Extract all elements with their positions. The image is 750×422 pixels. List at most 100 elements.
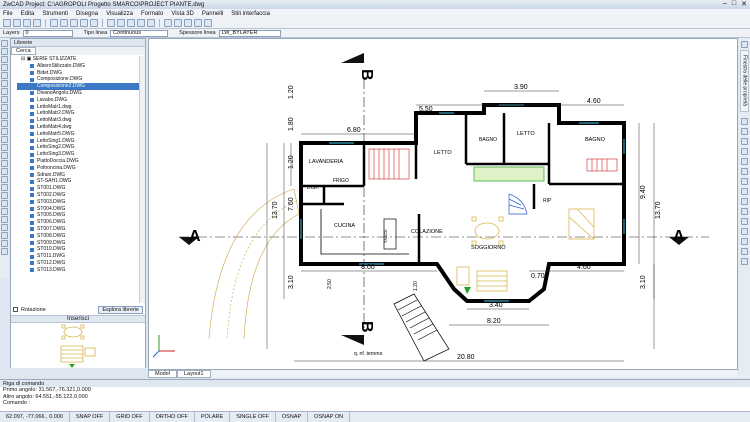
break-tool-icon[interactable] <box>1 224 8 231</box>
linetype-dropdown[interactable]: Continuous <box>110 29 169 37</box>
close-button[interactable]: ✕ <box>741 0 747 8</box>
osnap-midpoint-icon[interactable] <box>741 238 748 245</box>
library-item[interactable]: ST005.DWG <box>17 212 141 219</box>
osnap-intersection-icon[interactable] <box>741 258 748 265</box>
leader-icon[interactable] <box>741 178 748 185</box>
scale-tool-icon[interactable] <box>1 192 8 199</box>
library-item[interactable]: Poltroncina.DWG <box>17 165 141 172</box>
spline-tool-icon[interactable] <box>1 80 8 87</box>
maximize-button[interactable]: □ <box>732 0 736 8</box>
dimension-angular-icon[interactable] <box>741 148 748 155</box>
zoom-realtime-icon[interactable] <box>117 19 125 27</box>
library-item[interactable]: ST012.DWG <box>17 260 141 267</box>
insert-bar[interactable]: Inserisci <box>11 315 145 323</box>
library-item[interactable]: Sdraio.DWG <box>17 172 141 179</box>
library-item[interactable]: Lavabo.DWG <box>17 97 141 104</box>
command-input[interactable]: Comando : <box>0 400 750 407</box>
dimension-edit-icon[interactable] <box>741 208 748 215</box>
print-icon[interactable] <box>33 19 41 27</box>
library-item[interactable]: Composizione2.DWG <box>17 83 141 90</box>
pan-icon[interactable] <box>107 19 115 27</box>
library-item[interactable]: ST011.DWG <box>17 253 141 260</box>
move-tool-icon[interactable] <box>1 176 8 183</box>
grid-toggle[interactable]: GRID OFF <box>110 412 150 422</box>
copy-tool-icon[interactable] <box>1 144 8 151</box>
library-item[interactable]: AlberoStilizzato.DWG <box>17 63 141 70</box>
layers-dropdown[interactable]: 0 <box>22 29 73 37</box>
redo-icon[interactable] <box>90 19 98 27</box>
library-item[interactable]: ST-SAH1.DWG <box>17 178 141 185</box>
offset-tool-icon[interactable] <box>1 160 8 167</box>
library-item[interactable]: LettoMatr2.DWG <box>17 110 141 117</box>
stretch-tool-icon[interactable] <box>1 200 8 207</box>
dimension-baseline-icon[interactable] <box>741 158 748 165</box>
extend-tool-icon[interactable] <box>1 216 8 223</box>
tree-scrollbar[interactable] <box>139 56 145 303</box>
properties-side-tab[interactable]: Finestra delle proprietà <box>740 50 749 112</box>
tolerance-icon[interactable] <box>741 188 748 195</box>
mirror-tool-icon[interactable] <box>1 152 8 159</box>
circle-tool-icon[interactable] <box>1 72 8 79</box>
ellipse-tool-icon[interactable] <box>1 88 8 95</box>
copy-icon[interactable] <box>60 19 68 27</box>
rectangle-tool-icon[interactable] <box>1 56 8 63</box>
arc-tool-icon[interactable] <box>1 64 8 71</box>
cut-icon[interactable] <box>50 19 58 27</box>
menu-format[interactable]: Formato <box>141 11 163 17</box>
line-tool-icon[interactable] <box>1 40 8 47</box>
zoom-extents-icon[interactable] <box>147 19 155 27</box>
explode-tool-icon[interactable] <box>1 248 8 255</box>
library-item[interactable]: ST002.DWG <box>17 192 141 199</box>
fillet-tool-icon[interactable] <box>1 240 8 247</box>
dimension-continue-icon[interactable] <box>741 168 748 175</box>
library-item[interactable]: LettoSing1.DWG <box>17 138 141 145</box>
menu-tools[interactable]: Strumenti <box>42 11 68 17</box>
menu-draw[interactable]: Disegna <box>76 11 98 17</box>
rotation-checkbox[interactable] <box>13 307 18 312</box>
save-icon[interactable] <box>23 19 31 27</box>
library-item[interactable]: ST007.DWG <box>17 226 141 233</box>
library-item[interactable]: LettoMatr4.dwg <box>17 124 141 131</box>
center-mark-icon[interactable] <box>741 198 748 205</box>
dimension-linear-icon[interactable] <box>741 118 748 125</box>
library-item[interactable]: ST013.DWG <box>17 267 141 274</box>
library-item[interactable]: DivanoAngolo.DWG <box>17 90 141 97</box>
lineweight-dropdown[interactable]: LW_BYLAYER <box>218 29 281 37</box>
dimension-aligned-icon[interactable] <box>741 128 748 135</box>
library-item[interactable]: LettoMatr1.dwg <box>17 104 141 111</box>
properties-icon[interactable] <box>164 19 172 27</box>
library-item[interactable]: Composizione.DWG <box>17 76 141 83</box>
new-file-icon[interactable] <box>3 19 11 27</box>
menu-view[interactable]: Visualizza <box>106 11 133 17</box>
menu-3d-view[interactable]: Vista 3D <box>171 11 194 17</box>
tab-layout1[interactable]: Layout1 <box>176 370 211 378</box>
library-item[interactable]: ST004.DWG <box>17 206 141 213</box>
tab-search[interactable]: Cerca <box>11 47 36 55</box>
array-tool-icon[interactable] <box>1 168 8 175</box>
match-properties-icon[interactable] <box>194 19 202 27</box>
ortho-toggle[interactable]: ORTHO OFF <box>150 412 195 422</box>
region-tool-icon[interactable] <box>1 120 8 127</box>
snap-settings-icon[interactable] <box>741 41 748 48</box>
tree-root-folder[interactable]: ⊟ ▣ SERIE STILIZZATE <box>17 56 141 63</box>
paste-icon[interactable] <box>70 19 78 27</box>
chamfer-tool-icon[interactable] <box>1 232 8 239</box>
library-item[interactable]: LettoSing3.DWG <box>17 151 141 158</box>
library-item[interactable]: LettoSing2.DWG <box>17 144 141 151</box>
osnap-endpoint-icon[interactable] <box>741 228 748 235</box>
library-item[interactable]: ST006.DWG <box>17 219 141 226</box>
dimension-style-icon[interactable] <box>741 218 748 225</box>
library-item[interactable]: ST001.DWG <box>17 185 141 192</box>
osnap-toggle[interactable]: OSNAP <box>276 412 309 422</box>
library-item[interactable]: Bidet.DWG <box>17 70 141 77</box>
drawing-canvas[interactable]: B B A A 5.50 3.90 4.60 6.80 8.00 0.70 4.… <box>148 38 738 370</box>
trim-tool-icon[interactable] <box>1 208 8 215</box>
menu-interface-styles[interactable]: Stili interfaccia <box>231 11 270 17</box>
point-tool-icon[interactable] <box>1 104 8 111</box>
zoom-previous-icon[interactable] <box>137 19 145 27</box>
rotate-tool-icon[interactable] <box>1 184 8 191</box>
library-item[interactable]: ST003.DWG <box>17 199 141 206</box>
layer-manager-icon[interactable] <box>184 19 192 27</box>
minimize-button[interactable]: – <box>723 0 727 8</box>
menu-panels[interactable]: Pannelli <box>202 11 223 17</box>
